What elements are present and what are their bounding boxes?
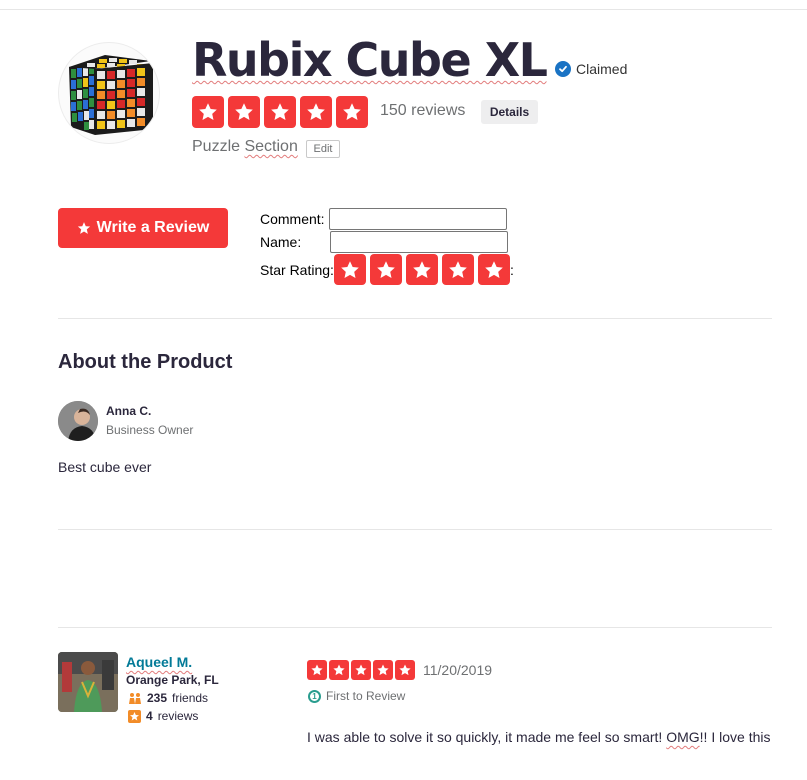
about-title: About the Product [58,351,233,373]
verified-check-icon [555,61,571,77]
first-to-review-badge: 1 First to Review [308,689,405,703]
star-icon [351,660,371,680]
comment-label: Comment: [260,211,325,227]
review-rating-stars [307,660,415,680]
star-icon [228,96,260,128]
rating-star-3[interactable] [406,254,438,285]
star-rating-input[interactable] [334,254,510,285]
star-rating-suffix: : [510,262,514,278]
name-input[interactable] [330,231,508,253]
star-icon [264,96,296,128]
reviewer-reviews-count: 4 [146,709,153,723]
review-date: 11/20/2019 [423,662,493,678]
product-rating-stars [192,96,368,128]
reviewer-reviews-label: reviews [157,709,199,723]
first-review-icon: 1 [308,689,321,703]
star-icon [329,660,349,680]
rating-star-2[interactable] [370,254,402,285]
name-label: Name: [260,234,302,250]
reviews-stat: 4 reviews [128,709,198,723]
star-icon [373,660,393,680]
rating-star-4[interactable] [442,254,474,285]
avatar [58,401,98,441]
reviewer-location: Orange Park, FL [126,673,219,687]
claimed-label: Claimed [576,61,628,77]
star-icon [77,222,90,234]
reviewer-photo[interactable] [58,652,118,712]
owner-name[interactable]: Anna C. [106,404,151,418]
write-review-button[interactable]: Write a Review [58,208,228,248]
friends-icon [129,693,141,704]
section-divider [58,318,772,319]
star-icon [307,660,327,680]
about-text: Best cube ever [58,459,152,475]
product-title: Rubix Cube XL [192,33,548,87]
top-divider [0,9,807,10]
friends-count: 235 [147,691,168,705]
rubiks-cube-icon [69,55,153,135]
first-review-label: First to Review [326,689,406,703]
rating-star-5[interactable] [478,254,510,285]
product-logo [58,42,160,144]
star-icon [395,660,415,680]
star-rating-label: Star Rating: [260,262,334,278]
review-text: I was able to solve it so quickly, it ma… [307,729,771,745]
friends-label: friends [172,691,209,705]
write-review-label: Write a Review [96,219,210,236]
star-icon [336,96,368,128]
category-link[interactable]: Puzzle Section [192,138,298,156]
reviews-count[interactable]: 150 reviews [380,102,465,120]
section-divider [58,627,772,628]
rating-star-1[interactable] [334,254,366,285]
comment-input[interactable] [329,208,507,230]
owner-role: Business Owner [106,423,194,437]
friends-stat: 235 friends [128,691,208,705]
star-icon [192,96,224,128]
edit-button[interactable]: Edit [306,140,340,158]
details-button[interactable]: Details [481,100,538,124]
section-divider [58,529,772,530]
reviewer-name[interactable]: Aqueel M. [126,654,192,670]
claimed-badge[interactable]: Claimed [555,61,627,77]
star-icon [300,96,332,128]
star-badge-icon [128,709,141,723]
